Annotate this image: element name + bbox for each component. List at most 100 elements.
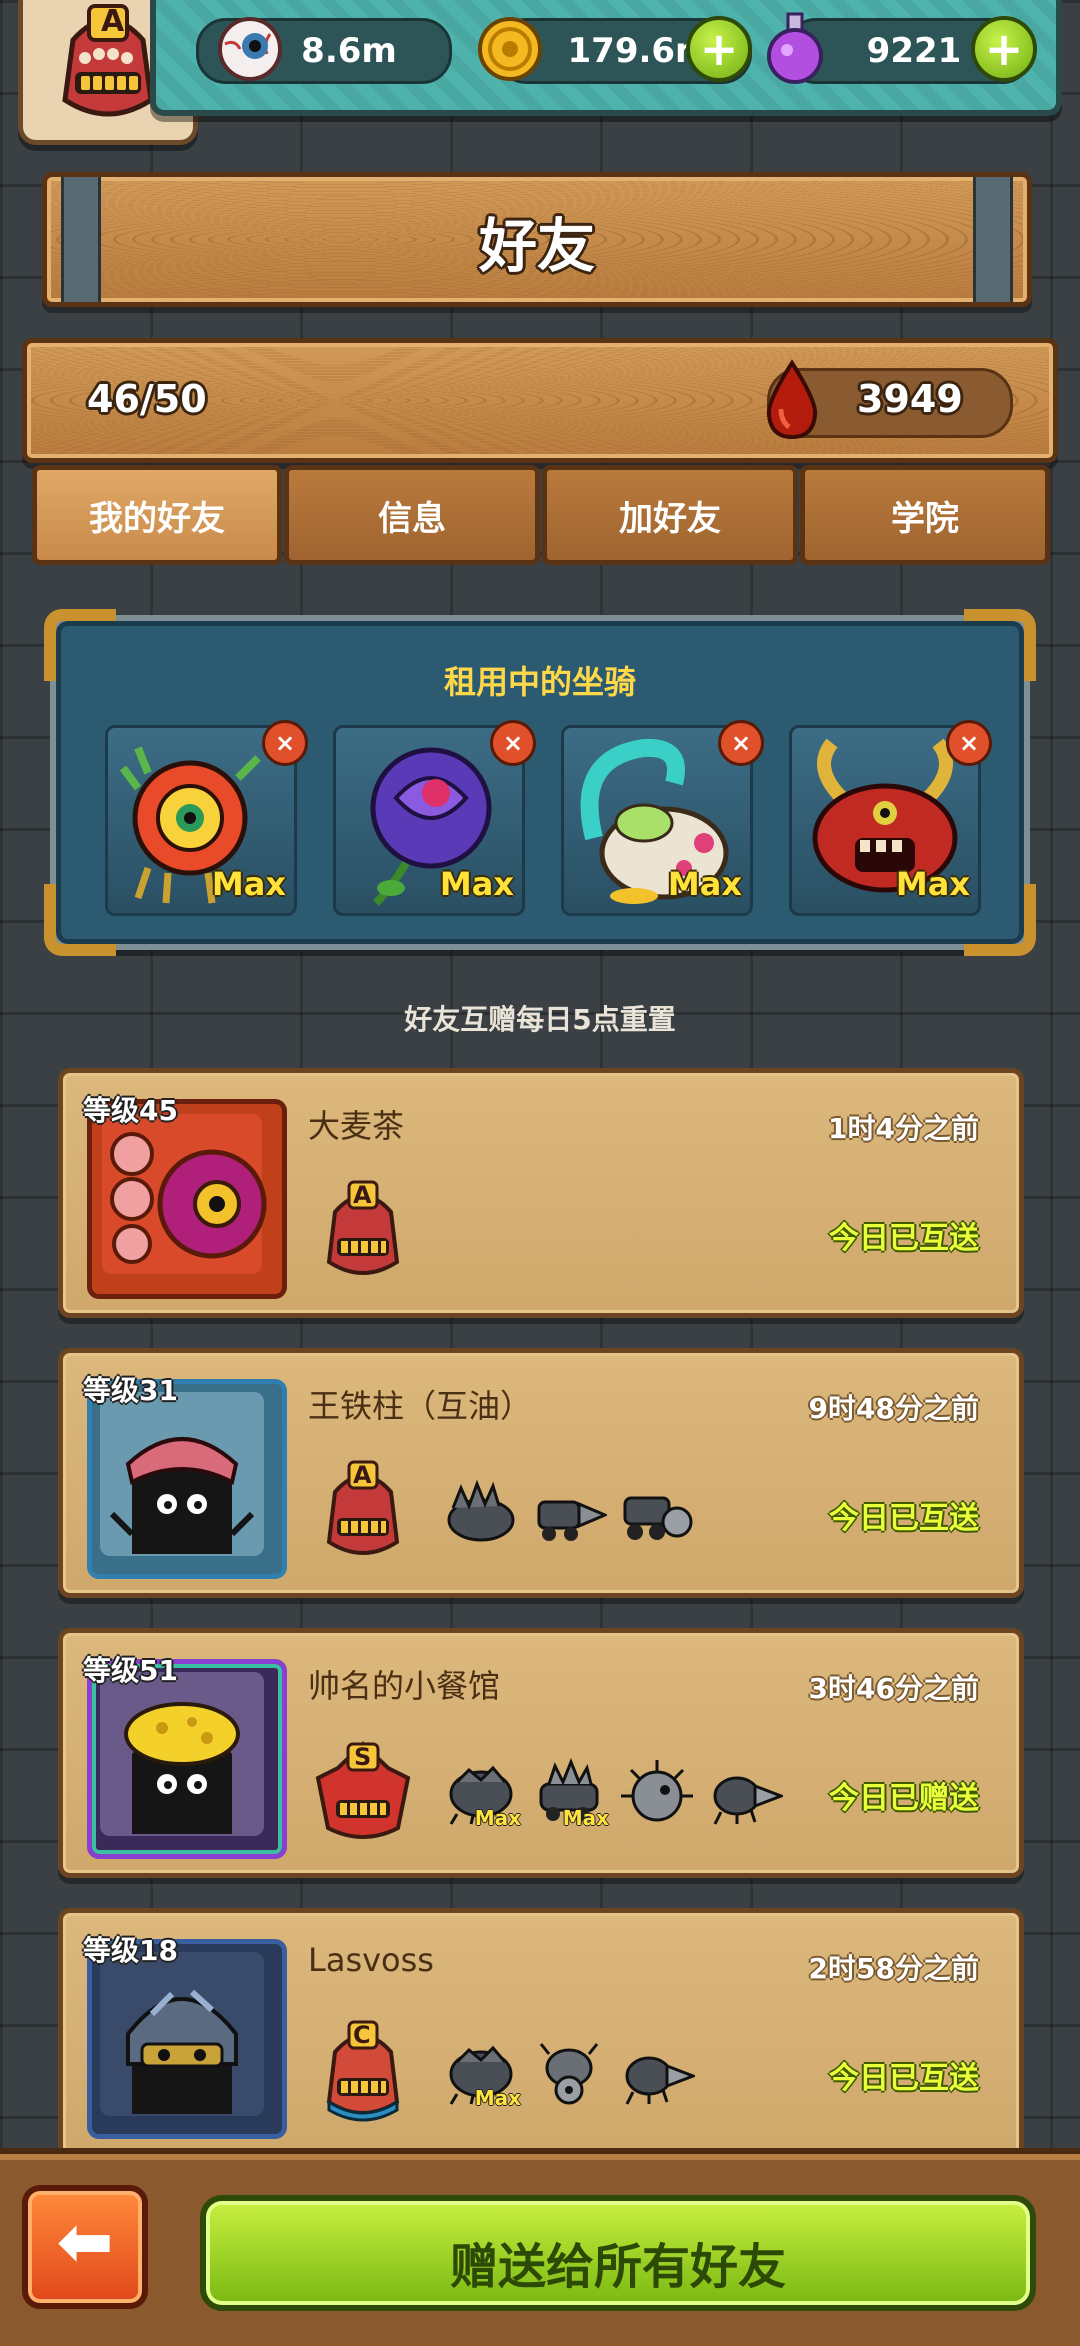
vehicle-slot xyxy=(443,1478,519,1546)
tab-add-friend-label: 加好友 xyxy=(619,498,721,539)
back-button[interactable]: ⬅ xyxy=(22,2185,148,2309)
gift-all-label: 赠送给所有好友 xyxy=(449,2239,786,2295)
friend-gift-status: 今日已互送 xyxy=(829,1221,979,1256)
drill-bug-vehicle-icon xyxy=(625,2056,698,2105)
vehicle-slot xyxy=(707,1758,786,1826)
title-board: 好友 xyxy=(42,172,1032,307)
vehicle-slot xyxy=(619,1478,695,1546)
gift-all-button[interactable]: 赠送给所有好友 xyxy=(200,2195,1036,2311)
tab-add-friend[interactable]: 加好友 xyxy=(542,465,798,565)
friend-rank-letter: S xyxy=(354,1743,372,1771)
info-board: 46/50 3949 xyxy=(22,338,1058,463)
eyeball-icon xyxy=(218,17,282,81)
tab-academy[interactable]: 学院 xyxy=(800,465,1050,565)
drill-vehicle-icon xyxy=(537,1500,609,1541)
drill-bug-vehicle-icon xyxy=(713,1776,786,1825)
friend-rank-letter: C xyxy=(353,2021,371,2049)
friend-level: 等级18 xyxy=(83,1934,178,1967)
remove-mount-3-button[interactable]: × xyxy=(718,720,764,766)
potions-value: 9221 xyxy=(866,31,962,71)
tab-my-friends-label: 我的好友 xyxy=(89,498,225,539)
puffer-vehicle-icon xyxy=(621,1760,693,1822)
friend-rank-badge: C xyxy=(313,2018,413,2128)
friend-vehicles xyxy=(443,1478,695,1546)
friend-vehicles: Max Max xyxy=(443,1757,786,1830)
friend-name: Lasvoss xyxy=(308,1941,434,1979)
friend-avatar[interactable] xyxy=(87,1379,287,1579)
remove-mount-4-button[interactable]: × xyxy=(946,720,992,766)
eyes-value: 8.6m xyxy=(301,31,397,71)
friend-rank-badge: A xyxy=(313,1178,413,1288)
black-blob-bandana-avatar-icon xyxy=(100,1392,264,1556)
friend-level: 等级31 xyxy=(83,1374,178,1407)
friend-rank-letter: A xyxy=(353,1461,372,1489)
friend-count: 46/50 xyxy=(87,377,207,421)
mount-slot-1[interactable]: Max × xyxy=(105,720,308,916)
black-blob-helmet-avatar-icon xyxy=(100,1952,264,2116)
player-rank-letter: A xyxy=(101,4,125,39)
friend-gift-status: 今日已互送 xyxy=(829,2061,979,2096)
friend-gift-status: 今日已赠送 xyxy=(829,1781,979,1816)
friend-name: 帅名的小餐馆 xyxy=(308,1667,501,1705)
friend-vehicles: Max xyxy=(443,2038,698,2110)
vehicle-slot xyxy=(531,2038,607,2106)
spiky-boar-vehicle-icon xyxy=(447,1479,515,1542)
mount-4-max: Max xyxy=(895,865,970,903)
mount-2-max: Max xyxy=(439,865,514,903)
vehicle-slot: Max xyxy=(531,1757,609,1830)
vehicle-max: Max xyxy=(562,1806,609,1830)
add-potions-plus: + xyxy=(984,22,1024,76)
vehicle-slot: Max xyxy=(443,1758,521,1830)
vehicle-slot xyxy=(619,2038,698,2106)
friend-gift-status: 今日已互送 xyxy=(829,1501,979,1536)
friend-level: 等级45 xyxy=(83,1094,178,1127)
add-potions-button[interactable]: + xyxy=(971,16,1037,82)
tab-messages[interactable]: 信息 xyxy=(284,465,540,565)
friend-avatar[interactable] xyxy=(87,1099,287,1299)
friend-rank-letter: A xyxy=(353,1181,372,1209)
add-coins-button[interactable]: + xyxy=(686,16,752,82)
black-blob-cheese-hat-avatar-icon xyxy=(100,1672,264,1836)
mount-3-max: Max xyxy=(667,865,742,903)
remove-mount-4-x: × xyxy=(958,729,980,757)
wheel-crab-vehicle-icon xyxy=(539,2043,599,2105)
resource-bar: 8.6m 179.6m + 9221 + xyxy=(150,0,1062,116)
friend-last-seen: 1时4分之前 xyxy=(828,1112,979,1145)
vehicle-slot xyxy=(531,1478,609,1546)
friend-avatar[interactable] xyxy=(87,1939,287,2139)
vehicle-slot: Max xyxy=(443,2038,521,2110)
tab-messages-label: 信息 xyxy=(378,498,446,539)
ear-monster-avatar-icon xyxy=(102,1114,267,1274)
friend-card[interactable]: 等级51 帅名的小餐馆 3时46分之前 今日已赠送 S Max Max xyxy=(58,1628,1024,1878)
saw-cart-vehicle-icon xyxy=(623,1496,693,1540)
friend-last-seen: 3时46分之前 xyxy=(808,1672,979,1705)
vehicle-slot xyxy=(619,1758,695,1826)
potion-icon xyxy=(767,12,823,84)
page-title: 好友 xyxy=(478,212,595,280)
mount-slot-2[interactable]: Max × xyxy=(333,720,536,916)
remove-mount-3-x: × xyxy=(730,729,752,757)
friend-card[interactable]: 等级18 Lasvoss 2时58分之前 今日已互送 C Max xyxy=(58,1908,1024,2158)
friend-card[interactable]: 等级45 大麦茶 1时4分之前 今日已互送 A xyxy=(58,1068,1024,1318)
mount-slot-4[interactable]: Max × xyxy=(789,720,992,916)
friend-rank-badge: S xyxy=(308,1738,411,1848)
tab-my-friends[interactable]: 我的好友 xyxy=(32,465,282,565)
coin-icon xyxy=(478,17,542,81)
back-arrow-icon: ⬅ xyxy=(56,2203,114,2282)
mount-1-max: Max xyxy=(211,865,286,903)
remove-mount-2-button[interactable]: × xyxy=(490,720,536,766)
friend-level: 等级51 xyxy=(83,1654,178,1687)
remove-mount-2-x: × xyxy=(502,729,524,757)
blood-value: 3949 xyxy=(857,377,963,421)
friend-rank-badge: A xyxy=(313,1458,413,1568)
remove-mount-1-button[interactable]: × xyxy=(262,720,308,766)
vehicle-max: Max xyxy=(474,2086,521,2110)
friend-last-seen: 9时48分之前 xyxy=(808,1392,979,1425)
mount-slot-3[interactable]: Max × xyxy=(561,720,764,916)
add-coins-plus: + xyxy=(699,22,739,76)
rented-mounts-title: 租用中的坐骑 xyxy=(443,663,636,701)
blood-drop-icon xyxy=(766,359,818,440)
friend-card[interactable]: 等级31 王铁柱（互油） 9时48分之前 今日已互送 A xyxy=(58,1348,1024,1598)
friend-last-seen: 2时58分之前 xyxy=(808,1952,979,1985)
friend-avatar[interactable] xyxy=(87,1659,287,1859)
